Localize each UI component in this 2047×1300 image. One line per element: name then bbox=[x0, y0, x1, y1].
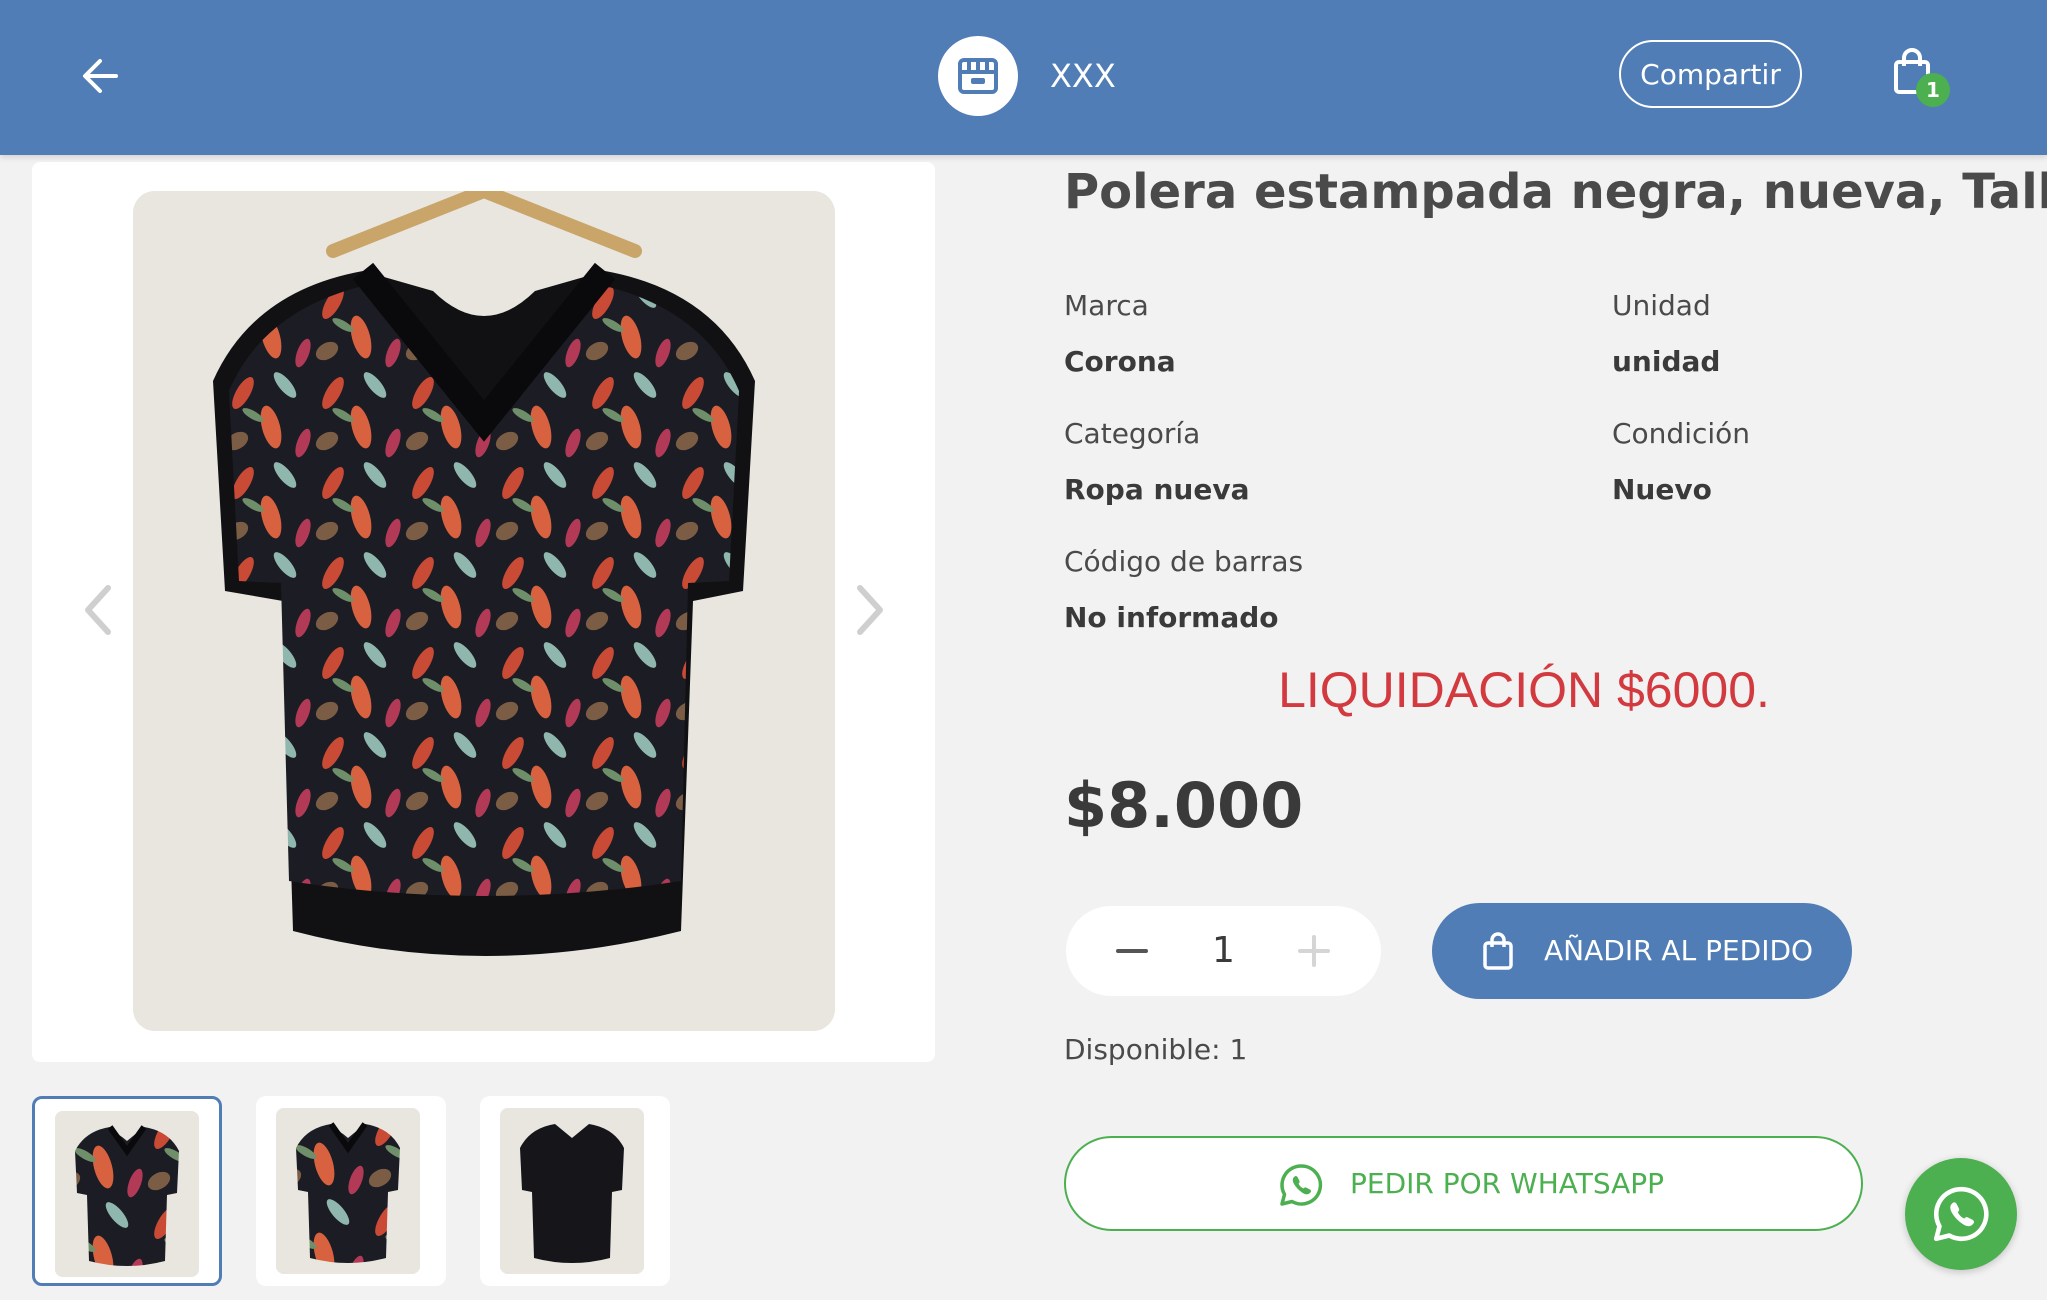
cart-count-badge: 1 bbox=[1916, 73, 1950, 107]
product-title: Polera estampada negra, nueva, Talla L bbox=[1064, 164, 2047, 220]
thumbnail-image bbox=[55, 1111, 199, 1277]
unit-value: unidad bbox=[1612, 345, 1721, 378]
condition-label: Condición bbox=[1612, 417, 1751, 450]
condition-value: Nuevo bbox=[1612, 473, 1712, 506]
whatsapp-order-button[interactable]: PEDIR POR WHATSAPP bbox=[1064, 1136, 1863, 1231]
whatsapp-order-label: PEDIR POR WHATSAPP bbox=[1350, 1167, 1665, 1200]
brand-label: Marca bbox=[1064, 289, 1149, 322]
back-arrow-icon[interactable] bbox=[72, 50, 132, 102]
store-name[interactable]: XXX bbox=[1050, 52, 1116, 100]
thumbnail-image bbox=[276, 1108, 420, 1274]
brand-value: Corona bbox=[1064, 345, 1176, 378]
quantity-stepper: 1 bbox=[1066, 906, 1381, 996]
thumbnail-2[interactable] bbox=[256, 1096, 446, 1286]
thumbnail-image bbox=[500, 1108, 644, 1274]
category-value: Ropa nueva bbox=[1064, 473, 1250, 506]
store-logo[interactable] bbox=[938, 36, 1018, 116]
main-product-image[interactable] bbox=[133, 191, 835, 1031]
promo-text: LIQUIDACIÓN $6000. bbox=[1278, 662, 1770, 718]
decrease-quantity-button[interactable] bbox=[1112, 936, 1152, 966]
top-bar: XXX Compartir 1 bbox=[0, 0, 2047, 155]
quantity-value[interactable]: 1 bbox=[1191, 926, 1256, 976]
increase-quantity-button[interactable] bbox=[1294, 931, 1334, 971]
whatsapp-icon bbox=[1280, 1164, 1323, 1206]
whatsapp-chat-button[interactable] bbox=[1905, 1158, 2017, 1270]
category-label: Categoría bbox=[1064, 417, 1201, 450]
barcode-value: No informado bbox=[1064, 601, 1279, 634]
thumbnail-1[interactable] bbox=[32, 1096, 222, 1286]
product-price: $8.000 bbox=[1064, 769, 1304, 842]
share-button[interactable]: Compartir bbox=[1619, 40, 1802, 108]
barcode-label: Código de barras bbox=[1064, 545, 1304, 578]
stock-availability: Disponible: 1 bbox=[1064, 1033, 1248, 1066]
add-to-order-label: AÑADIR AL PEDIDO bbox=[1544, 934, 1814, 967]
whatsapp-icon bbox=[1933, 1186, 1989, 1242]
thumbnail-3[interactable] bbox=[480, 1096, 670, 1286]
shopping-bag-icon bbox=[1483, 932, 1513, 970]
gallery-prev-button[interactable] bbox=[78, 580, 118, 640]
gallery-next-button[interactable] bbox=[850, 580, 890, 640]
chevron-left-icon bbox=[85, 585, 111, 635]
unit-label: Unidad bbox=[1612, 289, 1711, 322]
chevron-right-icon bbox=[857, 585, 883, 635]
add-to-order-button[interactable]: AÑADIR AL PEDIDO bbox=[1432, 903, 1852, 999]
minus-icon bbox=[1116, 949, 1148, 953]
store-icon bbox=[958, 58, 998, 94]
plus-icon bbox=[1298, 935, 1330, 967]
